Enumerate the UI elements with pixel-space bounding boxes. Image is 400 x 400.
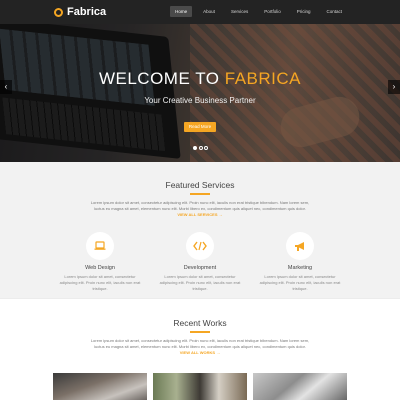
service-card-web-design: Web Design Lorem ipsum dolor sit amet, c… xyxy=(50,232,150,292)
services-description: Lorem ipsum dolor sit amet, consectetur … xyxy=(90,200,310,218)
hero-title-prefix: WELCOME TO xyxy=(98,69,220,88)
works-title: Recent Works xyxy=(173,318,227,328)
nav-item-about[interactable]: About xyxy=(198,6,220,17)
services-title: Featured Services xyxy=(165,180,235,190)
slider-next-button[interactable]: › xyxy=(388,80,400,94)
nav-item-home[interactable]: Home xyxy=(170,6,193,17)
nav-item-portfolio[interactable]: Portfolio xyxy=(259,6,286,17)
chevron-right-icon: › xyxy=(392,82,396,91)
megaphone-icon xyxy=(286,232,314,260)
nav-item-services[interactable]: Services xyxy=(226,6,253,17)
slider-dot-3[interactable] xyxy=(204,146,208,150)
brand-name: Fabrica xyxy=(67,6,107,18)
service-text: Lorem ipsum dolor sit amet, consectetur … xyxy=(259,274,341,291)
brand-logo[interactable]: Fabrica xyxy=(54,5,106,19)
work-thumbnail-3[interactable] xyxy=(253,373,347,400)
top-navbar: Fabrica Home About Services Portfolio Pr… xyxy=(0,0,400,24)
nav-item-pricing[interactable]: Pricing xyxy=(292,6,316,17)
works-title-underline xyxy=(190,331,210,333)
slider-dot-2[interactable] xyxy=(198,146,203,150)
hero-title: WELCOME TO FABRICA xyxy=(0,69,400,89)
services-section: Featured Services Lorem ipsum dolor sit … xyxy=(0,162,400,298)
work-thumbnail-1[interactable] xyxy=(53,373,147,400)
hero-slider: WELCOME TO FABRICA Your Creative Busines… xyxy=(0,24,400,162)
main-menu: Home About Services Portfolio Pricing Co… xyxy=(164,6,347,17)
code-icon xyxy=(186,232,214,260)
logo-ring-icon xyxy=(54,7,63,17)
hero-title-accent: FABRICA xyxy=(224,69,302,88)
service-text: Lorem ipsum dolor sit amet, consectetur … xyxy=(159,274,241,291)
service-text: Lorem ipsum dolor sit amet, consectetur … xyxy=(59,274,141,291)
work-thumbnail-2[interactable] xyxy=(153,373,247,400)
works-description: Lorem ipsum dolor sit amet, consectetur … xyxy=(90,338,310,356)
slider-dots xyxy=(193,146,210,150)
view-all-works-link[interactable]: VIEW ALL WORKS → xyxy=(180,350,220,355)
chevron-left-icon: ‹ xyxy=(4,82,8,91)
read-more-button[interactable]: Read More xyxy=(184,122,216,132)
service-card-marketing: Marketing Lorem ipsum dolor sit amet, co… xyxy=(250,232,350,292)
hero-overlay xyxy=(0,24,400,162)
services-title-underline xyxy=(190,193,210,195)
view-all-services-link[interactable]: VIEW ALL SERVICES → xyxy=(177,212,222,217)
services-description-text: Lorem ipsum dolor sit amet, consectetur … xyxy=(90,200,310,211)
service-card-development: Development Lorem ipsum dolor sit amet, … xyxy=(150,232,250,292)
slider-dot-1[interactable] xyxy=(193,146,197,150)
service-title: Web Design xyxy=(85,265,115,271)
recent-works-section: Recent Works Lorem ipsum dolor sit amet,… xyxy=(0,298,400,400)
laptop-icon xyxy=(86,232,114,260)
slider-prev-button[interactable]: ‹ xyxy=(0,80,12,94)
works-description-text: Lorem ipsum dolor sit amet, consectetur … xyxy=(90,338,310,349)
service-title: Marketing xyxy=(287,265,313,271)
nav-item-contact[interactable]: Contact xyxy=(321,6,347,17)
service-title: Development xyxy=(183,265,217,271)
hero-subtitle: Your Creative Business Partner xyxy=(144,96,256,105)
